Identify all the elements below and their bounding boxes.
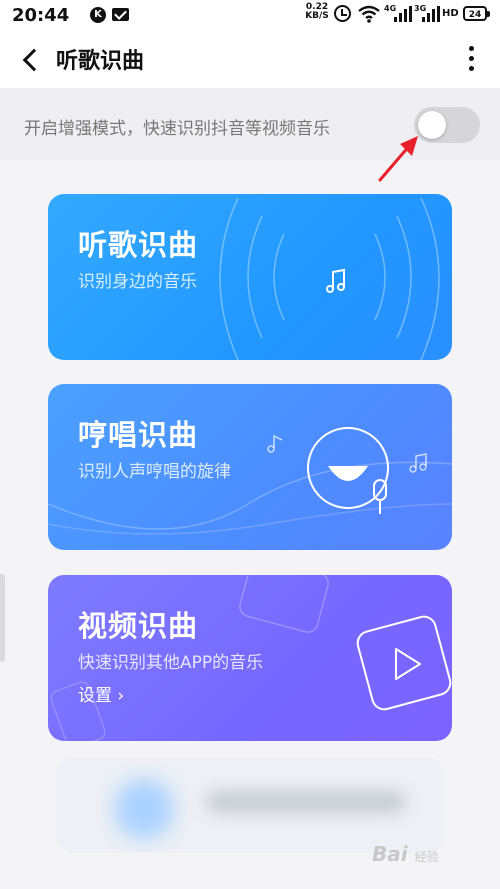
- status-bar: 20:44 K 0.22 KB/S 4G 3G HD 24: [0, 0, 500, 30]
- enhance-mode-label: 开启增强模式，快速识别抖音等视频音乐: [24, 119, 330, 139]
- signal-icon-2: [420, 6, 440, 22]
- mail-icon: [112, 8, 129, 21]
- blurred-avatar: [114, 779, 174, 839]
- side-handle[interactable]: [0, 574, 5, 662]
- card-listen-identify[interactable]: 听歌识曲 识别身边的音乐: [48, 194, 452, 360]
- annotation-arrow-icon: [378, 136, 418, 182]
- back-arrow-icon[interactable]: [16, 42, 50, 76]
- alarm-icon: [334, 5, 351, 22]
- status-time: 20:44: [12, 5, 70, 26]
- k-badge-icon: K: [90, 7, 106, 23]
- card-subtitle: 识别人声哼唱的旋律: [78, 462, 231, 482]
- battery-icon: 24: [463, 6, 490, 21]
- page-title: 听歌识曲: [56, 49, 145, 74]
- wifi-icon: [358, 5, 380, 23]
- card-title: 视频识曲: [78, 609, 199, 643]
- hd-label: HD: [442, 8, 459, 19]
- more-options-icon[interactable]: [458, 42, 484, 76]
- blurred-text: [206, 791, 406, 813]
- card-subtitle: 识别身边的音乐: [78, 272, 197, 292]
- card-hum-identify[interactable]: 哼唱识曲 识别人声哼唱的旋律: [48, 384, 452, 550]
- card-title: 听歌识曲: [78, 228, 199, 262]
- card-subtitle: 快速识别其他APP的音乐: [78, 653, 264, 673]
- card-title: 哼唱识曲: [78, 418, 199, 452]
- title-bar: 听歌识曲: [0, 30, 500, 88]
- watermark: Bai 经验: [372, 842, 439, 866]
- settings-link[interactable]: 设置 ›: [78, 681, 124, 706]
- watermark-suffix: 经验: [414, 850, 439, 864]
- blurred-card: [56, 757, 444, 853]
- watermark-brand: Bai: [372, 842, 408, 866]
- network-speed: 0.22 KB/S: [305, 3, 329, 21]
- signal-icon-1: [392, 6, 412, 22]
- card-video-identify[interactable]: 视频识曲 快速识别其他APP的音乐 设置 ›: [48, 575, 452, 741]
- network-speed-unit: KB/S: [305, 11, 329, 21]
